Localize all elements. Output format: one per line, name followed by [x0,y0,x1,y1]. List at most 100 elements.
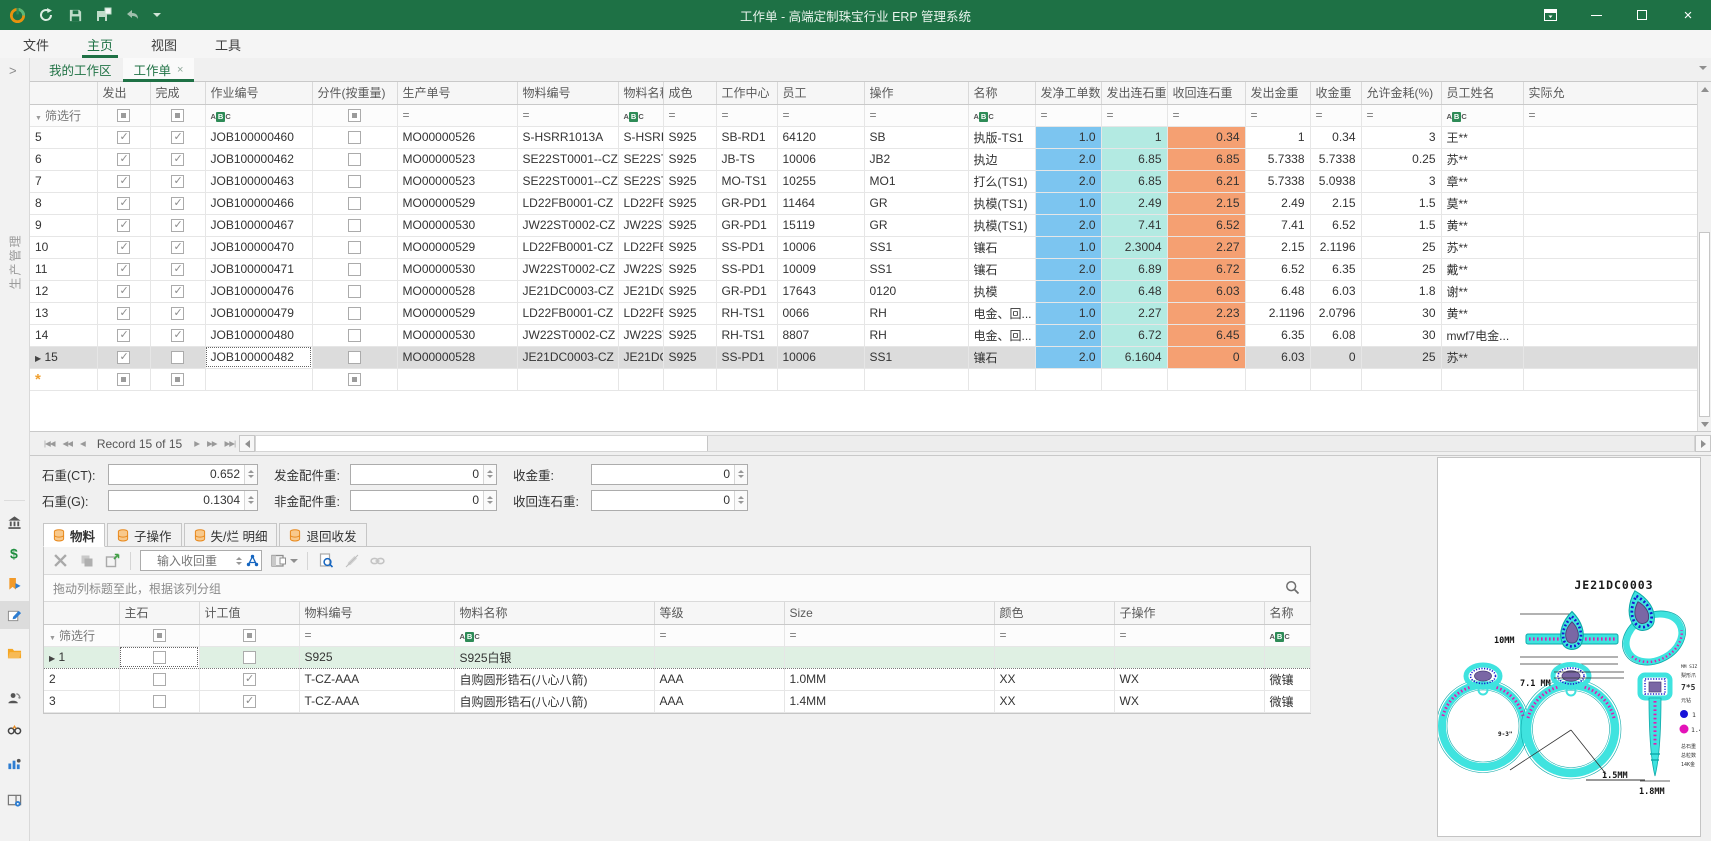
cell-sent_stone[interactable]: 2.3004 [1101,236,1167,258]
cell-mat_name[interactable]: LD22FB... [618,302,663,324]
cell-job[interactable]: JOB100000471 [205,258,312,280]
cell-wc[interactable]: SS-PD1 [716,258,777,280]
cell-mat_no[interactable]: S-HSRR1013A [517,126,618,148]
cell-op[interactable]: JB2 [864,148,968,170]
cell-actual[interactable] [1523,324,1697,346]
row-checkbox-split[interactable] [348,263,361,276]
cell-sent_gold[interactable]: 2.1196 [1245,302,1310,324]
row-checkbox-split[interactable] [348,241,361,254]
cell-emp_name[interactable]: 谢** [1441,280,1523,302]
cell-sent_gold[interactable]: 2.15 [1245,236,1310,258]
column-header-op[interactable]: 操作 [864,82,968,104]
cell-wc[interactable]: JB-TS [716,148,777,170]
column-header-recv_gold[interactable]: 收金重 [1310,82,1361,104]
row-checkbox-sent[interactable] [117,329,130,342]
row-checkbox-work_value[interactable] [243,695,256,708]
cell-job[interactable]: JOB100000467 [205,214,312,236]
filter-cell-op[interactable]: = [864,104,968,126]
cell-mat_name[interactable]: JW22ST... [618,258,663,280]
filter-cell-job[interactable]: ABC [205,104,312,126]
cell-sent[interactable] [97,148,150,170]
cell-num[interactable]: 14 [30,324,97,346]
row-checkbox-sent[interactable] [117,197,130,210]
new-row-cell-mo[interactable] [397,368,517,390]
cell-job[interactable]: JOB100000482 [205,346,312,368]
stone-weight-ct-field[interactable]: 0.652 [108,464,258,485]
row-checkbox-work_value[interactable] [243,651,256,664]
cell-mat_name[interactable]: JW22ST... [618,324,663,346]
tab-close-icon[interactable]: × [177,64,183,76]
filter-cell-name[interactable]: ABC [1264,624,1310,646]
cell-recv_stone[interactable]: 6.45 [1167,324,1245,346]
cell-sent_stone[interactable]: 6.89 [1101,258,1167,280]
cell-work_value[interactable] [199,646,299,668]
cell-mo[interactable]: MO00000530 [397,324,517,346]
cell-op[interactable]: SS1 [864,258,968,280]
cell-sent[interactable] [97,258,150,280]
cell-emp[interactable]: 10006 [777,346,864,368]
row-checkbox-done[interactable] [171,153,184,166]
tab-list-dropdown-icon[interactable] [1699,66,1707,70]
cell-op_name[interactable]: 镶石 [968,236,1035,258]
money-icon[interactable]: $ [0,539,29,567]
binoculars-icon[interactable] [0,715,29,743]
vscroll-thumb[interactable] [1699,232,1710,417]
row-checkbox-done[interactable] [171,197,184,210]
row-checkbox-done[interactable] [171,329,184,342]
column-header-name[interactable]: 名称 [1264,602,1310,624]
cell-mo[interactable]: MO00000530 [397,214,517,236]
new-row-cell-op[interactable] [864,368,968,390]
grid-row-6[interactable]: 6JOB100000462MO00000523SE22ST0001--CZSE2… [30,148,1697,170]
row-checkbox-sent[interactable] [117,153,130,166]
cell-work_value[interactable] [199,668,299,690]
cell-actual[interactable] [1523,192,1697,214]
row-checkbox-sent[interactable] [117,307,130,320]
row-checkbox-sent[interactable] [117,131,130,144]
column-header-num[interactable] [44,602,119,624]
cell-wc[interactable]: GR-PD1 [716,214,777,236]
cell-op_name[interactable]: 执边 [968,148,1035,170]
filter-cell-main_stone[interactable] [119,624,199,646]
cell-num[interactable]: 5 [30,126,97,148]
grid-vertical-scrollbar[interactable] [1697,82,1711,431]
row-checkbox-done[interactable] [171,131,184,144]
cell-split[interactable] [312,280,397,302]
cell-mat_name[interactable]: LD22FB... [618,236,663,258]
filter-cell-op_name[interactable]: ABC [968,104,1035,126]
cell-name[interactable]: 微镶 [1264,668,1310,690]
cell-num[interactable]: 12 [30,280,97,302]
scroll-up-icon[interactable] [1698,82,1711,96]
cell-net_qty[interactable]: 1.0 [1035,236,1101,258]
cell-recv_stone[interactable]: 2.15 [1167,192,1245,214]
nav-next-icon[interactable]: ▶ [190,439,203,448]
cell-emp[interactable]: 10255 [777,170,864,192]
column-header-size[interactable]: Size [784,602,994,624]
undo-icon[interactable] [124,6,142,24]
cell-size[interactable]: 1.4MM [784,690,994,712]
cell-job[interactable]: JOB100000480 [205,324,312,346]
cell-purity[interactable]: S925 [663,148,716,170]
new-row[interactable]: * [30,368,1697,390]
cell-purity[interactable]: S925 [663,214,716,236]
cell-mat_no[interactable]: SE22ST0001--CZ [517,148,618,170]
cell-op[interactable]: RH [864,302,968,324]
cell-recv_stone[interactable]: 6.85 [1167,148,1245,170]
cell-sub_op[interactable] [1114,646,1264,668]
filter-cell-emp_name[interactable]: ABC [1441,104,1523,126]
cell-job[interactable]: JOB100000462 [205,148,312,170]
cell-done[interactable] [150,214,205,236]
cell-op[interactable]: 0120 [864,280,968,302]
row-checkbox-done[interactable] [171,241,184,254]
cell-recv_gold[interactable]: 2.15 [1310,192,1361,214]
cell-split[interactable] [312,148,397,170]
cell-done[interactable] [150,280,205,302]
maximize-button[interactable] [1619,0,1665,30]
grid-row-9[interactable]: 9JOB100000467MO00000530JW22ST0002-CZJW22… [30,214,1697,236]
cell-recv_gold[interactable]: 6.52 [1310,214,1361,236]
share-molecule-icon[interactable] [244,552,261,569]
new-row-checkbox[interactable] [171,373,184,386]
cell-grade[interactable]: AAA [654,690,784,712]
cell-loss_pct[interactable]: 30 [1361,302,1441,324]
stone-weight-g-field[interactable]: 0.1304 [108,490,258,511]
cell-sent[interactable] [97,324,150,346]
